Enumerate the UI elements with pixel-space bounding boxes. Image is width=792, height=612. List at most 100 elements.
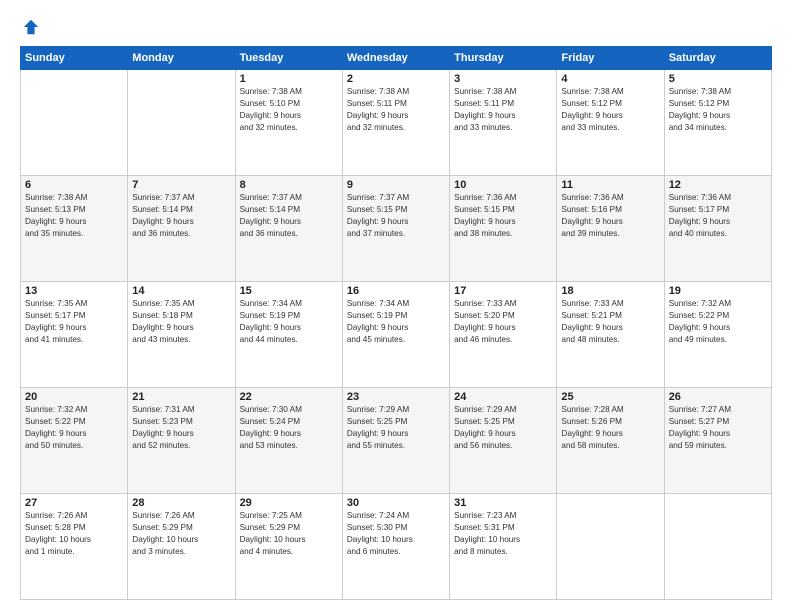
day-info: Sunrise: 7:37 AM Sunset: 5:14 PM Dayligh… [240, 192, 338, 240]
calendar-cell: 16Sunrise: 7:34 AM Sunset: 5:19 PM Dayli… [342, 282, 449, 388]
weekday-header-monday: Monday [128, 47, 235, 70]
day-info: Sunrise: 7:38 AM Sunset: 5:10 PM Dayligh… [240, 86, 338, 134]
day-info: Sunrise: 7:38 AM Sunset: 5:12 PM Dayligh… [669, 86, 767, 134]
day-info: Sunrise: 7:37 AM Sunset: 5:14 PM Dayligh… [132, 192, 230, 240]
day-number: 19 [669, 285, 767, 297]
day-number: 11 [561, 179, 659, 191]
calendar-cell: 4Sunrise: 7:38 AM Sunset: 5:12 PM Daylig… [557, 70, 664, 176]
calendar-cell: 11Sunrise: 7:36 AM Sunset: 5:16 PM Dayli… [557, 176, 664, 282]
calendar-cell: 31Sunrise: 7:23 AM Sunset: 5:31 PM Dayli… [450, 494, 557, 600]
day-number: 23 [347, 391, 445, 403]
calendar-cell: 8Sunrise: 7:37 AM Sunset: 5:14 PM Daylig… [235, 176, 342, 282]
day-info: Sunrise: 7:34 AM Sunset: 5:19 PM Dayligh… [347, 298, 445, 346]
day-info: Sunrise: 7:29 AM Sunset: 5:25 PM Dayligh… [454, 404, 552, 452]
day-info: Sunrise: 7:24 AM Sunset: 5:30 PM Dayligh… [347, 510, 445, 558]
day-info: Sunrise: 7:32 AM Sunset: 5:22 PM Dayligh… [25, 404, 123, 452]
calendar-cell: 26Sunrise: 7:27 AM Sunset: 5:27 PM Dayli… [664, 388, 771, 494]
calendar-cell: 14Sunrise: 7:35 AM Sunset: 5:18 PM Dayli… [128, 282, 235, 388]
calendar-cell: 9Sunrise: 7:37 AM Sunset: 5:15 PM Daylig… [342, 176, 449, 282]
weekday-header-tuesday: Tuesday [235, 47, 342, 70]
day-info: Sunrise: 7:29 AM Sunset: 5:25 PM Dayligh… [347, 404, 445, 452]
day-number: 16 [347, 285, 445, 297]
calendar-cell [21, 70, 128, 176]
day-number: 20 [25, 391, 123, 403]
calendar-cell: 10Sunrise: 7:36 AM Sunset: 5:15 PM Dayli… [450, 176, 557, 282]
day-number: 3 [454, 73, 552, 85]
calendar-cell [557, 494, 664, 600]
day-number: 9 [347, 179, 445, 191]
calendar-cell: 12Sunrise: 7:36 AM Sunset: 5:17 PM Dayli… [664, 176, 771, 282]
day-number: 12 [669, 179, 767, 191]
day-number: 1 [240, 73, 338, 85]
day-info: Sunrise: 7:32 AM Sunset: 5:22 PM Dayligh… [669, 298, 767, 346]
weekday-header-wednesday: Wednesday [342, 47, 449, 70]
calendar-cell: 29Sunrise: 7:25 AM Sunset: 5:29 PM Dayli… [235, 494, 342, 600]
day-info: Sunrise: 7:23 AM Sunset: 5:31 PM Dayligh… [454, 510, 552, 558]
day-info: Sunrise: 7:38 AM Sunset: 5:13 PM Dayligh… [25, 192, 123, 240]
day-info: Sunrise: 7:35 AM Sunset: 5:18 PM Dayligh… [132, 298, 230, 346]
calendar-cell: 22Sunrise: 7:30 AM Sunset: 5:24 PM Dayli… [235, 388, 342, 494]
weekday-header-thursday: Thursday [450, 47, 557, 70]
day-number: 31 [454, 497, 552, 509]
day-info: Sunrise: 7:31 AM Sunset: 5:23 PM Dayligh… [132, 404, 230, 452]
calendar-cell: 15Sunrise: 7:34 AM Sunset: 5:19 PM Dayli… [235, 282, 342, 388]
calendar-week-row: 13Sunrise: 7:35 AM Sunset: 5:17 PM Dayli… [21, 282, 772, 388]
day-info: Sunrise: 7:33 AM Sunset: 5:21 PM Dayligh… [561, 298, 659, 346]
calendar-cell: 28Sunrise: 7:26 AM Sunset: 5:29 PM Dayli… [128, 494, 235, 600]
logo [20, 18, 40, 36]
day-number: 2 [347, 73, 445, 85]
day-number: 10 [454, 179, 552, 191]
day-number: 18 [561, 285, 659, 297]
day-number: 22 [240, 391, 338, 403]
day-info: Sunrise: 7:36 AM Sunset: 5:17 PM Dayligh… [669, 192, 767, 240]
day-info: Sunrise: 7:33 AM Sunset: 5:20 PM Dayligh… [454, 298, 552, 346]
calendar-cell: 30Sunrise: 7:24 AM Sunset: 5:30 PM Dayli… [342, 494, 449, 600]
calendar-cell: 7Sunrise: 7:37 AM Sunset: 5:14 PM Daylig… [128, 176, 235, 282]
day-info: Sunrise: 7:26 AM Sunset: 5:28 PM Dayligh… [25, 510, 123, 558]
calendar-week-row: 27Sunrise: 7:26 AM Sunset: 5:28 PM Dayli… [21, 494, 772, 600]
calendar-cell: 13Sunrise: 7:35 AM Sunset: 5:17 PM Dayli… [21, 282, 128, 388]
day-number: 26 [669, 391, 767, 403]
day-info: Sunrise: 7:27 AM Sunset: 5:27 PM Dayligh… [669, 404, 767, 452]
calendar-cell [128, 70, 235, 176]
calendar-cell: 27Sunrise: 7:26 AM Sunset: 5:28 PM Dayli… [21, 494, 128, 600]
weekday-header-saturday: Saturday [664, 47, 771, 70]
header [20, 18, 772, 36]
calendar-cell: 2Sunrise: 7:38 AM Sunset: 5:11 PM Daylig… [342, 70, 449, 176]
calendar-cell: 24Sunrise: 7:29 AM Sunset: 5:25 PM Dayli… [450, 388, 557, 494]
calendar-week-row: 1Sunrise: 7:38 AM Sunset: 5:10 PM Daylig… [21, 70, 772, 176]
calendar-cell: 21Sunrise: 7:31 AM Sunset: 5:23 PM Dayli… [128, 388, 235, 494]
calendar-cell: 20Sunrise: 7:32 AM Sunset: 5:22 PM Dayli… [21, 388, 128, 494]
page: SundayMondayTuesdayWednesdayThursdayFrid… [0, 0, 792, 612]
day-info: Sunrise: 7:26 AM Sunset: 5:29 PM Dayligh… [132, 510, 230, 558]
calendar-cell: 25Sunrise: 7:28 AM Sunset: 5:26 PM Dayli… [557, 388, 664, 494]
day-number: 25 [561, 391, 659, 403]
calendar-cell [664, 494, 771, 600]
calendar-cell: 18Sunrise: 7:33 AM Sunset: 5:21 PM Dayli… [557, 282, 664, 388]
calendar-week-row: 6Sunrise: 7:38 AM Sunset: 5:13 PM Daylig… [21, 176, 772, 282]
logo-text [20, 18, 40, 36]
day-info: Sunrise: 7:36 AM Sunset: 5:15 PM Dayligh… [454, 192, 552, 240]
day-number: 27 [25, 497, 123, 509]
day-info: Sunrise: 7:38 AM Sunset: 5:11 PM Dayligh… [454, 86, 552, 134]
day-number: 14 [132, 285, 230, 297]
calendar-cell: 5Sunrise: 7:38 AM Sunset: 5:12 PM Daylig… [664, 70, 771, 176]
day-number: 29 [240, 497, 338, 509]
day-number: 30 [347, 497, 445, 509]
day-info: Sunrise: 7:35 AM Sunset: 5:17 PM Dayligh… [25, 298, 123, 346]
day-info: Sunrise: 7:38 AM Sunset: 5:11 PM Dayligh… [347, 86, 445, 134]
calendar-table: SundayMondayTuesdayWednesdayThursdayFrid… [20, 46, 772, 600]
calendar-cell: 3Sunrise: 7:38 AM Sunset: 5:11 PM Daylig… [450, 70, 557, 176]
calendar-cell: 19Sunrise: 7:32 AM Sunset: 5:22 PM Dayli… [664, 282, 771, 388]
day-number: 17 [454, 285, 552, 297]
day-info: Sunrise: 7:38 AM Sunset: 5:12 PM Dayligh… [561, 86, 659, 134]
day-number: 24 [454, 391, 552, 403]
calendar-cell: 6Sunrise: 7:38 AM Sunset: 5:13 PM Daylig… [21, 176, 128, 282]
calendar-cell: 23Sunrise: 7:29 AM Sunset: 5:25 PM Dayli… [342, 388, 449, 494]
day-number: 28 [132, 497, 230, 509]
day-info: Sunrise: 7:34 AM Sunset: 5:19 PM Dayligh… [240, 298, 338, 346]
day-number: 6 [25, 179, 123, 191]
day-number: 15 [240, 285, 338, 297]
logo-icon [22, 18, 40, 36]
day-number: 21 [132, 391, 230, 403]
